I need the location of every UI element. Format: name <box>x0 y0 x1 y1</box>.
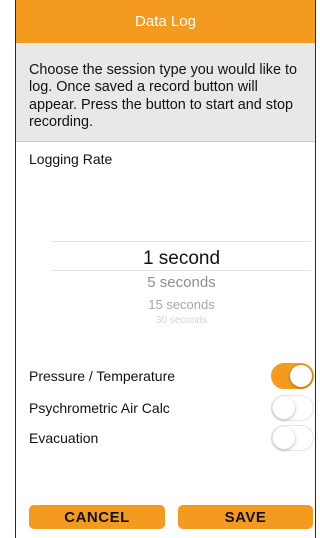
header-bar: Data Log <box>16 0 315 43</box>
switch-knob <box>273 397 295 419</box>
picker-option[interactable]: 30 seconds <box>52 315 311 326</box>
logging-rate-label: Logging Rate <box>29 151 113 167</box>
instructions-panel: Choose the session type you would like t… <box>16 43 315 142</box>
picker-bottom-divider <box>52 270 311 271</box>
picker-option-selected[interactable]: 1 second <box>52 248 311 270</box>
pressure-temperature-switch[interactable] <box>271 363 314 389</box>
picker-top-divider <box>52 241 311 242</box>
psychrometric-switch[interactable] <box>271 395 314 421</box>
picker-option[interactable]: 5 seconds <box>52 274 311 291</box>
toggle-label: Psychrometric Air Calc <box>29 400 170 416</box>
switch-knob <box>273 427 295 449</box>
toggle-label: Pressure / Temperature <box>29 368 176 384</box>
cancel-button[interactable]: CANCEL <box>29 505 165 529</box>
toggle-row-psychrometric[interactable]: Psychrometric Air Calc <box>29 394 314 422</box>
toggle-row-pressure-temperature[interactable]: Pressure / Temperature <box>29 362 314 390</box>
evacuation-switch[interactable] <box>271 425 314 451</box>
switch-knob <box>290 365 312 387</box>
picker-option[interactable]: 15 seconds <box>52 297 311 312</box>
toggle-row-evacuation[interactable]: Evacuation <box>29 424 314 452</box>
toggle-label: Evacuation <box>29 430 99 446</box>
instructions-text: Choose the session type you would like t… <box>29 62 297 130</box>
app-screen: Data Log Choose the session type you wou… <box>15 0 316 538</box>
save-button[interactable]: SAVE <box>178 505 313 529</box>
page-title: Data Log <box>135 13 196 30</box>
